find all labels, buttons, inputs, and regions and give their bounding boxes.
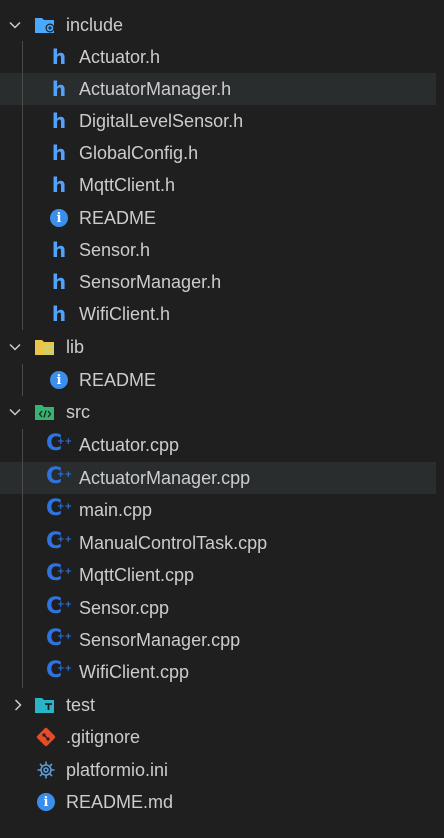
cpp-file-icon: C ++	[46, 626, 73, 651]
cpp-file-icon: C ++	[46, 658, 73, 683]
cpp-file-icon: C ++	[46, 431, 73, 456]
folder-label: src	[66, 402, 90, 422]
file-label: MqttClient.cpp	[79, 565, 195, 585]
folder-label: test	[66, 695, 96, 715]
chevron-down-icon[interactable]	[8, 340, 22, 354]
file-label: ActuatorManager.h	[79, 79, 232, 99]
file-label: README.md	[66, 792, 174, 812]
file-label: WifiClient.h	[79, 304, 171, 324]
file-label: ManualControlTask.cpp	[79, 533, 268, 553]
folder-test[interactable]: test	[0, 689, 436, 721]
file-label: README	[79, 370, 157, 390]
file-row[interactable]: h GlobalConfig.h	[0, 137, 436, 169]
folder-test-icon	[34, 694, 56, 716]
folder-include[interactable]: include	[0, 9, 436, 41]
file-row[interactable]: h DigitalLevelSensor.h	[0, 105, 436, 137]
cpp-file-icon: C ++	[46, 529, 73, 554]
git-icon	[35, 726, 57, 748]
chevron-down-icon[interactable]	[8, 18, 22, 32]
file-label: DigitalLevelSensor.h	[79, 111, 244, 131]
gear-icon	[35, 759, 57, 781]
folder-label: include	[66, 15, 124, 35]
cpp-file-icon: C ++	[46, 464, 73, 489]
folder-label: lib	[66, 337, 85, 357]
h-file-icon: h	[51, 173, 67, 197]
h-file-icon: h	[51, 77, 67, 101]
cpp-file-icon: C ++	[46, 496, 73, 521]
h-file-icon: h	[51, 238, 67, 262]
chevron-right-icon[interactable]	[11, 698, 25, 712]
file-label: main.cpp	[79, 500, 153, 520]
file-row[interactable]: C ++ ManualControlTask.cpp	[0, 527, 436, 559]
info-icon: i	[35, 791, 57, 813]
file-label: Actuator.h	[79, 47, 161, 67]
file-label: README	[79, 208, 157, 228]
file-label: GlobalConfig.h	[79, 143, 199, 163]
file-label: Actuator.cpp	[79, 435, 180, 455]
file-label: MqttClient.h	[79, 175, 176, 195]
scrollbar[interactable]	[436, 0, 444, 838]
file-label: Sensor.h	[79, 240, 151, 260]
file-row[interactable]: C ++ Actuator.cpp	[0, 429, 436, 461]
file-row[interactable]: C ++ SensorManager.cpp	[0, 624, 436, 656]
cpp-file-icon: C ++	[46, 594, 73, 619]
file-row[interactable]: h MqttClient.h	[0, 169, 436, 201]
folder-lib[interactable]: lib	[0, 331, 436, 363]
file-row[interactable]: .gitignore	[0, 721, 436, 753]
info-icon: i	[48, 207, 70, 229]
file-label: WifiClient.cpp	[79, 662, 190, 682]
file-row[interactable]: h SensorManager.h	[0, 266, 436, 298]
file-row[interactable]: i README	[0, 364, 436, 396]
file-label: SensorManager.cpp	[79, 630, 241, 650]
file-explorer: include h Actuator.h h ActuatorManager.h…	[0, 0, 444, 838]
indent-guide	[22, 364, 23, 396]
folder-src[interactable]: src	[0, 396, 436, 428]
indent-guide	[22, 429, 23, 688]
h-file-icon: h	[51, 270, 67, 294]
file-row[interactable]: C ++ Sensor.cpp	[0, 592, 436, 624]
h-file-icon: h	[51, 45, 67, 69]
h-file-icon: h	[51, 302, 67, 326]
file-row[interactable]: h WifiClient.h	[0, 298, 436, 330]
info-icon: i	[48, 369, 70, 391]
cpp-file-icon: C ++	[46, 561, 73, 586]
chevron-down-icon[interactable]	[8, 405, 22, 419]
file-label: SensorManager.h	[79, 272, 222, 292]
file-label: ActuatorManager.cpp	[79, 468, 251, 488]
folder-include-icon	[34, 14, 56, 36]
h-file-icon: h	[51, 109, 67, 133]
file-label: Sensor.cpp	[79, 598, 170, 618]
file-row[interactable]: platformio.ini	[0, 754, 436, 786]
file-row[interactable]: h Sensor.h	[0, 234, 436, 266]
file-row[interactable]: C ++ WifiClient.cpp	[0, 656, 436, 688]
file-row[interactable]: C ++ MqttClient.cpp	[0, 559, 436, 591]
file-row[interactable]: h Actuator.h	[0, 41, 436, 73]
file-label: platformio.ini	[66, 760, 169, 780]
folder-lib-icon	[34, 336, 56, 358]
h-file-icon: h	[51, 141, 67, 165]
indent-guide	[22, 41, 23, 330]
file-row[interactable]: C ++ main.cpp	[0, 494, 436, 526]
file-row-selected[interactable]: C ++ ActuatorManager.cpp	[0, 462, 436, 494]
file-label: .gitignore	[66, 727, 141, 747]
file-row-selected[interactable]: h ActuatorManager.h	[0, 73, 436, 105]
file-row[interactable]: i README.md	[0, 786, 436, 818]
file-row[interactable]: i README	[0, 202, 436, 234]
folder-src-icon	[34, 401, 56, 423]
